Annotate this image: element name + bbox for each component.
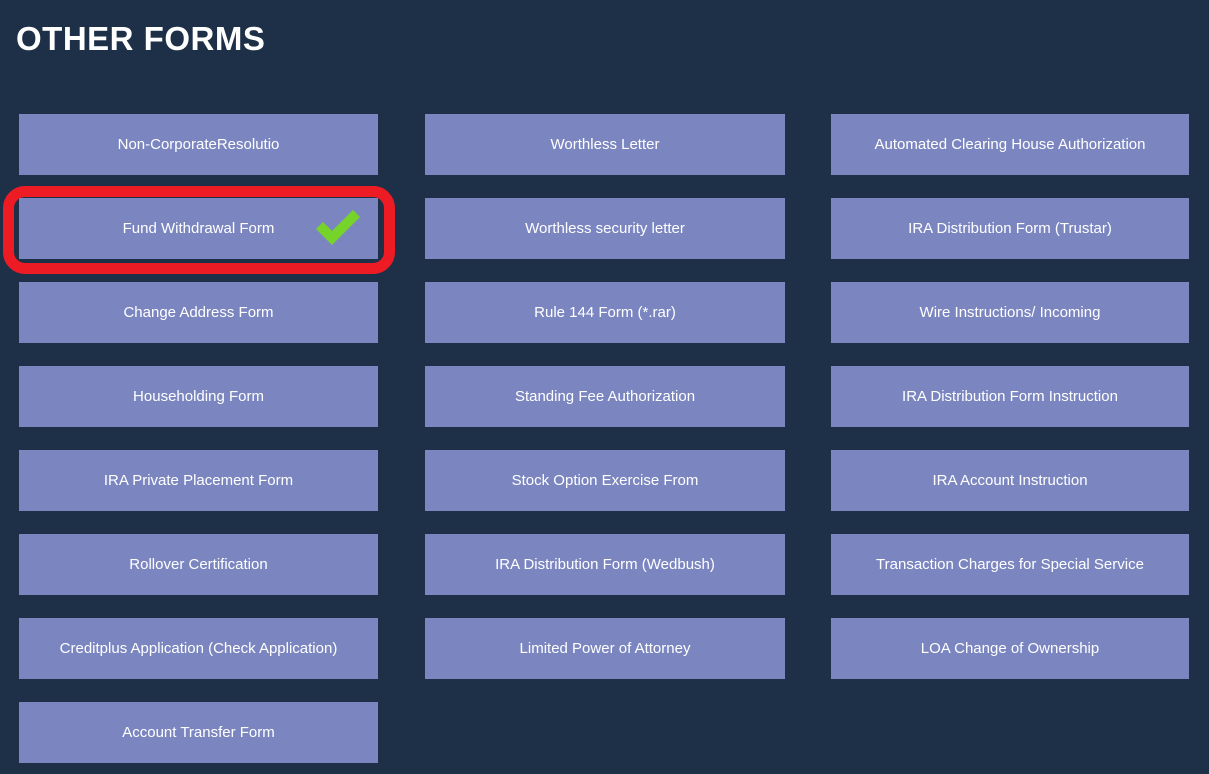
form-tile[interactable]: IRA Private Placement Form — [19, 450, 378, 511]
form-tile-label: Limited Power of Attorney — [519, 640, 691, 657]
form-tile-label: Change Address Form — [123, 304, 274, 321]
form-tile-label: IRA Distribution Form (Wedbush) — [495, 556, 715, 573]
form-tile[interactable]: Account Transfer Form — [19, 702, 378, 763]
form-tile[interactable]: Standing Fee Authorization — [425, 366, 785, 427]
form-tile-selected[interactable]: Fund Withdrawal Form — [19, 198, 378, 259]
form-tile[interactable]: Change Address Form — [19, 282, 378, 343]
form-tile-label: IRA Account Instruction — [932, 472, 1088, 489]
form-tile[interactable]: LOA Change of Ownership — [831, 618, 1189, 679]
form-tile[interactable]: Worthless security letter — [425, 198, 785, 259]
form-tile-label: IRA Distribution Form Instruction — [902, 388, 1118, 405]
form-tile[interactable]: Stock Option Exercise From — [425, 450, 785, 511]
form-tile[interactable]: Limited Power of Attorney — [425, 618, 785, 679]
green-check-icon — [316, 209, 360, 245]
form-tile[interactable]: Worthless Letter — [425, 114, 785, 175]
form-tile-label: IRA Distribution Form (Trustar) — [908, 220, 1112, 237]
forms-column-2: Automated Clearing House Authorization IR… — [831, 114, 1189, 702]
form-tile-label: Account Transfer Form — [122, 724, 275, 741]
form-tile-label: Automated Clearing House Authorization — [874, 136, 1146, 153]
form-tile[interactable]: Rollover Certification — [19, 534, 378, 595]
form-tile-label: Transaction Charges for Special Service — [876, 556, 1144, 573]
form-tile[interactable]: Rule 144 Form (*.rar) — [425, 282, 785, 343]
form-tile[interactable]: Transaction Charges for Special Service — [831, 534, 1189, 595]
form-tile-label: Creditplus Application (Check Applicatio… — [59, 640, 338, 657]
form-tile-label: Standing Fee Authorization — [514, 388, 696, 405]
page-title: OTHER FORMS — [16, 20, 266, 57]
form-tile-label: Non-CorporateResolutio — [117, 136, 280, 153]
form-tile[interactable]: IRA Distribution Form Instruction — [831, 366, 1189, 427]
form-tile-label: Rollover Certification — [129, 556, 268, 573]
form-tile-label: Householding Form — [133, 388, 264, 405]
form-tile-label: Worthless Letter — [550, 136, 660, 153]
form-tile-label: Wire Instructions/ Incoming — [919, 304, 1101, 321]
form-tile[interactable]: IRA Distribution Form (Trustar) — [831, 198, 1189, 259]
form-tile-label: Fund Withdrawal Form — [122, 220, 275, 237]
form-tile-label: IRA Private Placement Form — [103, 472, 294, 489]
form-tile[interactable]: Creditplus Application (Check Applicatio… — [19, 618, 378, 679]
form-tile-label: Stock Option Exercise From — [511, 472, 699, 489]
form-tile[interactable]: IRA Account Instruction — [831, 450, 1189, 511]
form-tile[interactable]: Wire Instructions/ Incoming — [831, 282, 1189, 343]
form-tile[interactable]: IRA Distribution Form (Wedbush) — [425, 534, 785, 595]
form-tile-label: LOA Change of Ownership — [920, 640, 1100, 657]
form-tile[interactable]: Non-CorporateResolutio — [19, 114, 378, 175]
form-tile-label: Rule 144 Form (*.rar) — [534, 304, 676, 321]
form-tile[interactable]: Householding Form — [19, 366, 378, 427]
form-tile[interactable]: Automated Clearing House Authorization — [831, 114, 1189, 175]
forms-column-1: Worthless Letter Worthless security lette… — [425, 114, 785, 702]
forms-column-0: Non-CorporateResolutio Fund Withdrawal Fo… — [19, 114, 378, 774]
form-tile-label: Worthless security letter — [525, 220, 685, 237]
